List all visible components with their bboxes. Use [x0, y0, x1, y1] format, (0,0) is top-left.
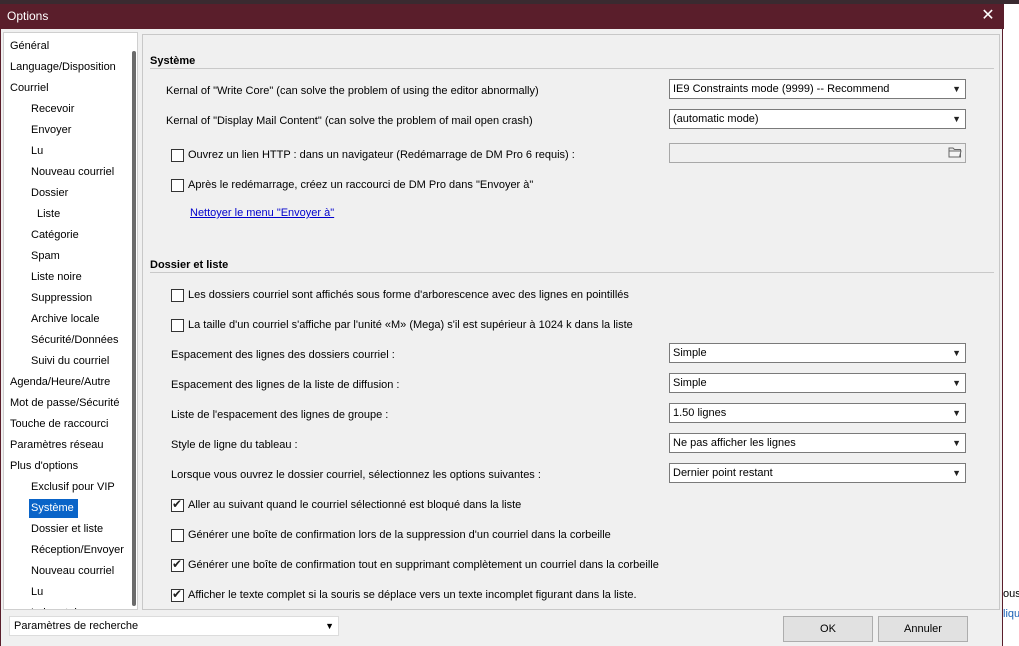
open-folder-dropdown[interactable]: Dernier point restant ▼ — [669, 463, 966, 483]
sidebar-item[interactable]: Dossier — [29, 184, 72, 203]
sidebar-item[interactable]: Suivi du courriel — [29, 352, 113, 371]
sidebar-item[interactable]: Spam — [29, 247, 64, 266]
chevron-down-icon: ▼ — [952, 378, 961, 388]
sidebar-item[interactable]: Language/Disposition — [8, 58, 120, 77]
sidebar-item[interactable]: Nouveau courriel — [29, 163, 118, 182]
ok-button[interactable]: OK — [783, 616, 873, 642]
chevron-down-icon: ▼ — [952, 438, 961, 448]
section-divider — [150, 68, 994, 69]
sidebar-item[interactable]: Plus d'options — [8, 457, 82, 476]
tree-lines-checkbox[interactable] — [171, 289, 184, 302]
sidebar-item[interactable]: Suppression — [29, 289, 96, 308]
display-mail-value: (automatic mode) — [673, 113, 759, 125]
group-spacing-label: Liste de l'espacement des lignes de grou… — [171, 409, 389, 421]
options-panel: Système Kernal of "Write Core" (can solv… — [142, 34, 1000, 610]
folder-spacing-dropdown[interactable]: Simple ▼ — [669, 343, 966, 363]
sidebar-item[interactable]: Sécurité/Données — [29, 331, 122, 350]
display-mail-dropdown[interactable]: (automatic mode) ▼ — [669, 109, 966, 129]
sidebar-item[interactable]: Liste — [35, 205, 64, 224]
group-spacing-value: 1.50 lignes — [673, 407, 727, 419]
chevron-down-icon: ▼ — [325, 621, 334, 631]
sidebar-item[interactable]: Paramètres réseau — [8, 436, 108, 455]
open-folder-label: Lorsque vous ouvrez le dossier courriel,… — [171, 469, 541, 481]
confirm-delete-label: Générer une boîte de confirmation tout e… — [188, 559, 659, 571]
sidebar-item[interactable]: Agenda/Heure/Autre — [8, 373, 114, 392]
sidebar-item[interactable]: Envoyer — [29, 121, 75, 140]
next-blocked-checkbox[interactable] — [171, 497, 184, 512]
folder-spacing-value: Simple — [673, 347, 707, 359]
http-link-checkbox[interactable] — [171, 149, 184, 162]
sidebar-item[interactable]: Catégorie — [29, 226, 83, 245]
confirm-trash-label: Générer une boîte de confirmation lors d… — [188, 529, 611, 541]
confirm-trash-checkbox[interactable] — [171, 529, 184, 542]
browser-path-field[interactable] — [669, 143, 966, 163]
chevron-down-icon: ▼ — [952, 408, 961, 418]
window-title: Options — [7, 9, 49, 23]
tree-scrollbar[interactable] — [132, 51, 136, 606]
options-dialog: Options ✕ Général Language/Disposition Cou… — [0, 4, 1004, 646]
search-settings-dropdown[interactable]: Paramètres de recherche ▼ — [9, 616, 339, 636]
sidebar-item[interactable]: Laboratoire — [29, 604, 91, 609]
cancel-button[interactable]: Annuler — [878, 616, 968, 642]
list-spacing-value: Simple — [673, 377, 707, 389]
full-text-label: Afficher le texte complet si la souris s… — [188, 589, 637, 601]
peek-text: ous — [1003, 588, 1019, 600]
chevron-down-icon: ▼ — [952, 468, 961, 478]
close-icon[interactable]: ✕ — [972, 4, 1004, 29]
options-tree: Général Language/Disposition Courriel Recev… — [3, 32, 138, 610]
search-settings-value: Paramètres de recherche — [14, 620, 139, 632]
peek-link: liqu — [1003, 608, 1019, 620]
section-title-dossier: Dossier et liste — [150, 259, 229, 271]
sidebar-item[interactable]: Touche de raccourci — [8, 415, 112, 434]
write-core-value: IE9 Constraints mode (9999) -- Recommend — [673, 83, 890, 95]
section-title-systeme: Système — [150, 55, 196, 67]
folder-spacing-label: Espacement des lignes des dossiers courr… — [171, 349, 395, 361]
group-spacing-dropdown[interactable]: 1.50 lignes ▼ — [669, 403, 966, 423]
write-core-label: Kernal of "Write Core" (can solve the pr… — [166, 85, 539, 97]
folder-icon[interactable] — [948, 146, 962, 158]
sidebar-item[interactable]: Recevoir — [29, 100, 78, 119]
full-text-checkbox[interactable] — [171, 587, 184, 602]
http-link-label: Ouvrez un lien HTTP : dans un navigateur… — [188, 149, 575, 161]
background-window-peek: ous liqu — [1003, 580, 1019, 646]
confirm-delete-checkbox[interactable] — [171, 557, 184, 572]
sidebar-item[interactable]: Exclusif pour VIP — [29, 478, 119, 497]
size-mega-label: La taille d'un courriel s'affiche par l'… — [188, 319, 633, 331]
title-bar: Options ✕ — [1, 4, 1004, 29]
sidebar-item[interactable]: Lu — [29, 583, 47, 602]
sidebar-item[interactable]: Réception/Envoyer — [29, 541, 128, 560]
sidebar-item[interactable]: Nouveau courriel — [29, 562, 118, 581]
shortcut-label: Après le redémarrage, créez un raccourci… — [188, 179, 534, 191]
chevron-down-icon: ▼ — [952, 84, 961, 94]
table-style-label: Style de ligne du tableau : — [171, 439, 298, 451]
size-mega-checkbox[interactable] — [171, 319, 184, 332]
list-spacing-label: Espacement des lignes de la liste de dif… — [171, 379, 400, 391]
sidebar-item[interactable]: Lu — [29, 142, 47, 161]
sidebar-item[interactable]: Général — [8, 37, 53, 56]
chevron-down-icon: ▼ — [952, 114, 961, 124]
sidebar-item[interactable]: Mot de passe/Sécurité — [8, 394, 123, 413]
next-blocked-label: Aller au suivant quand le courriel sélec… — [188, 499, 522, 511]
section-divider — [150, 272, 994, 273]
clean-send-to-link[interactable]: Nettoyer le menu "Envoyer à" — [190, 207, 334, 219]
list-spacing-dropdown[interactable]: Simple ▼ — [669, 373, 966, 393]
open-folder-value: Dernier point restant — [673, 467, 773, 479]
table-style-value: Ne pas afficher les lignes — [673, 437, 796, 449]
sidebar-item[interactable]: Archive locale — [29, 310, 103, 329]
sidebar-item[interactable]: Système — [29, 499, 78, 518]
display-mail-label: Kernal of "Display Mail Content" (can so… — [166, 115, 533, 127]
tree-lines-label: Les dossiers courriel sont affichés sous… — [188, 289, 629, 301]
sidebar-item[interactable]: Courriel — [8, 79, 53, 98]
sidebar-item[interactable]: Dossier et liste — [29, 520, 107, 539]
sidebar-item[interactable]: Liste noire — [29, 268, 86, 287]
write-core-dropdown[interactable]: IE9 Constraints mode (9999) -- Recommend… — [669, 79, 966, 99]
table-style-dropdown[interactable]: Ne pas afficher les lignes ▼ — [669, 433, 966, 453]
shortcut-checkbox[interactable] — [171, 179, 184, 192]
chevron-down-icon: ▼ — [952, 348, 961, 358]
